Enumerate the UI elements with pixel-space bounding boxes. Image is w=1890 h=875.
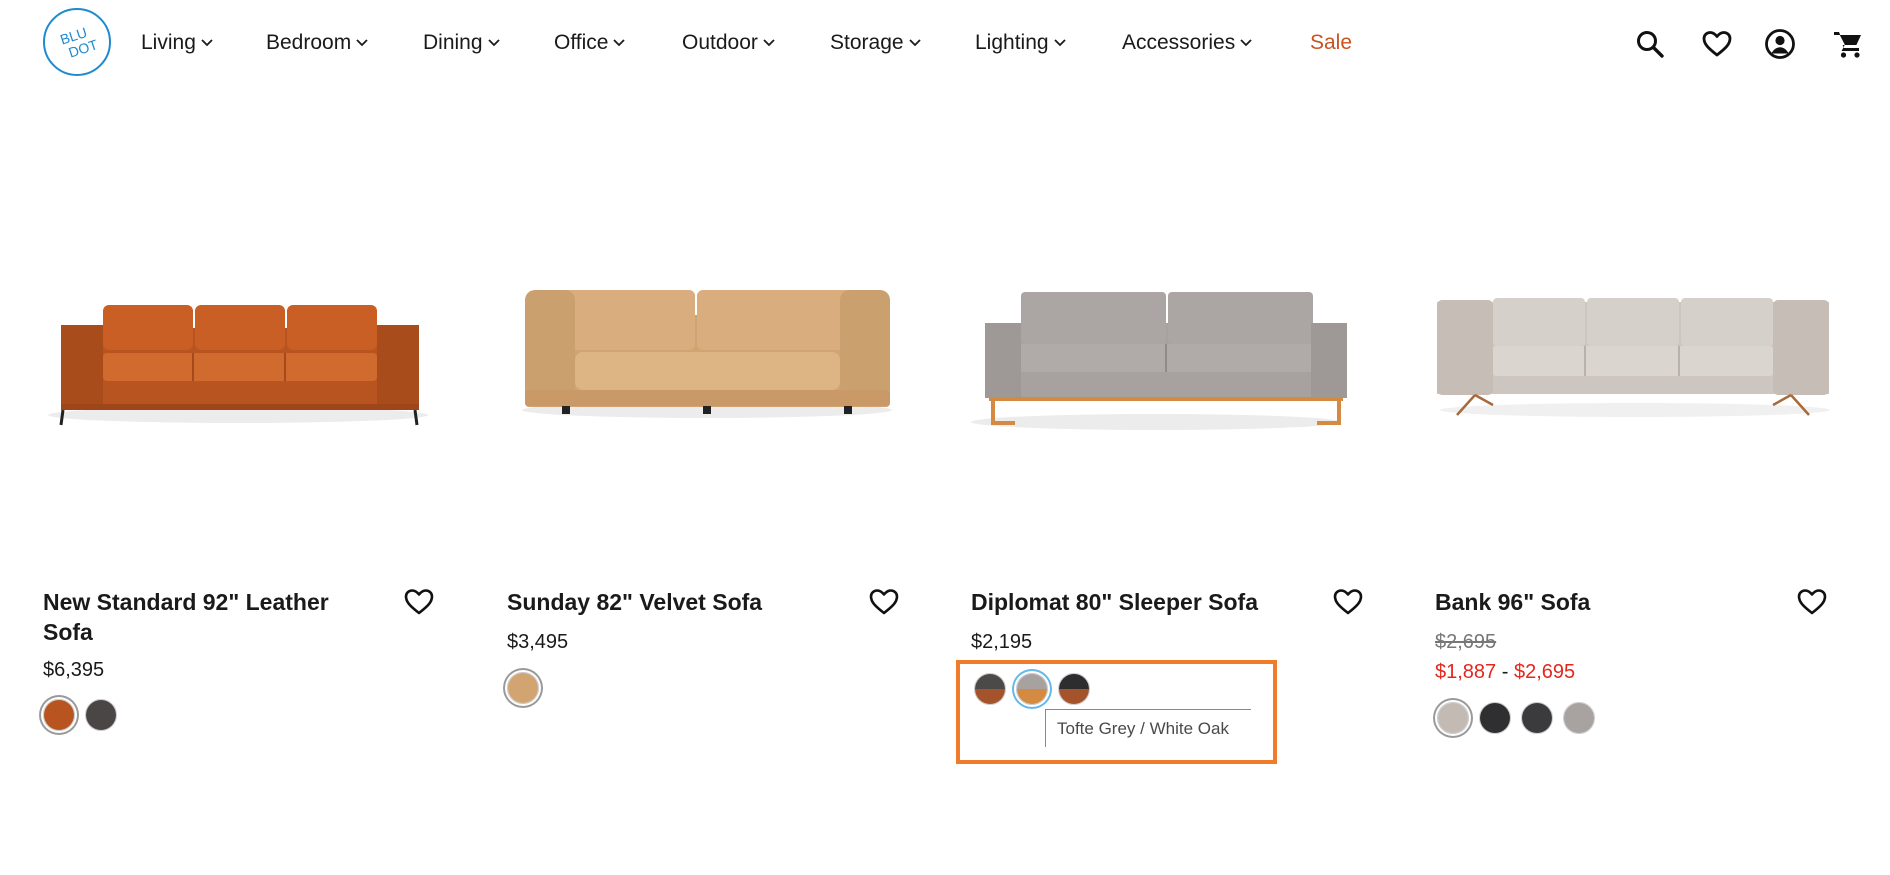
color-swatch[interactable]: [85, 699, 117, 731]
nav-item-label: Storage: [830, 31, 904, 54]
product-price: $6,395: [43, 659, 105, 681]
nav-item-bedroom[interactable]: Bedroom: [266, 31, 423, 55]
nav-item-office[interactable]: Office: [554, 31, 682, 55]
product-image[interactable]: [507, 240, 927, 490]
product-title[interactable]: New Standard 92" Leather Sofa: [43, 587, 363, 647]
heart-icon[interactable]: [1330, 584, 1366, 620]
nav-item-label: Accessories: [1122, 31, 1236, 54]
nav-item-label: Outdoor: [682, 31, 758, 54]
color-swatches: [1437, 702, 1605, 734]
heart-icon[interactable]: [401, 584, 437, 620]
nav-item-storage[interactable]: Storage: [830, 31, 975, 55]
color-swatch[interactable]: [1437, 702, 1469, 734]
nav-item-lighting[interactable]: Lighting: [975, 31, 1122, 55]
chevron-down-icon: [201, 39, 213, 47]
account-icon[interactable]: [1760, 24, 1800, 64]
nav-item-label: Bedroom: [266, 31, 352, 54]
product-title[interactable]: Diplomat 80" Sleeper Sofa: [971, 587, 1291, 617]
search-icon[interactable]: [1630, 24, 1670, 64]
heart-icon[interactable]: [866, 584, 902, 620]
color-swatch[interactable]: [507, 672, 539, 704]
color-swatch[interactable]: [1479, 702, 1511, 734]
product-price: $3,495: [507, 631, 569, 653]
product-card[interactable]: New Standard 92" Leather Sofa $6,395: [43, 240, 463, 800]
heart-icon[interactable]: [1794, 584, 1830, 620]
heart-icon[interactable]: [1697, 24, 1737, 64]
color-swatch[interactable]: [1521, 702, 1553, 734]
site-header: BLU DOT Living Bedroom Dining Office Out…: [0, 0, 1890, 86]
product-card[interactable]: Bank 96" Sofa $2,695 $1,887 - $2,695: [1435, 240, 1855, 800]
color-swatches: [507, 672, 549, 704]
chevron-down-icon: [487, 39, 500, 47]
header-icons: [1630, 24, 1890, 64]
chevron-down-icon: [1240, 39, 1252, 47]
sale-price-high: $2,695: [1513, 661, 1576, 683]
product-title[interactable]: Bank 96" Sofa: [1435, 587, 1755, 617]
product-card[interactable]: Sunday 82" Velvet Sofa $3,495: [507, 240, 927, 800]
color-swatch[interactable]: [1563, 702, 1595, 734]
nav-item-label: Dining: [423, 31, 483, 54]
chevron-down-icon: [1053, 39, 1066, 47]
product-price: $2,195: [971, 631, 1033, 653]
nav-item-label: Living: [141, 31, 196, 54]
cart-icon[interactable]: [1828, 24, 1868, 64]
bludot-logo[interactable]: BLU DOT: [43, 8, 111, 76]
product-image[interactable]: [971, 240, 1391, 490]
chevron-down-icon: [613, 39, 626, 47]
nav-item-label: Sale: [1310, 31, 1353, 54]
nav-item-label: Lighting: [975, 31, 1049, 54]
nav-item-living[interactable]: Living: [141, 31, 266, 55]
nav-item-sale[interactable]: Sale: [1310, 31, 1370, 55]
color-swatches: [43, 699, 127, 731]
sale-price-separator: -: [1501, 661, 1509, 683]
original-price: $2,695: [1435, 631, 1497, 653]
nav-item-accessories[interactable]: Accessories: [1122, 31, 1310, 55]
sale-price-range: $1,887 - $2,695: [1435, 661, 1575, 684]
nav-item-label: Office: [554, 31, 609, 54]
chevron-down-icon: [763, 39, 775, 47]
nav-item-dining[interactable]: Dining: [423, 31, 554, 55]
color-swatch[interactable]: [43, 699, 75, 731]
swatch-tooltip: Tofte Grey / White Oak: [1045, 709, 1251, 747]
nav-item-outdoor[interactable]: Outdoor: [682, 31, 830, 55]
chevron-down-icon: [356, 39, 368, 47]
product-image[interactable]: [1435, 240, 1855, 490]
main-nav: Living Bedroom Dining Office Outdoor Sto…: [141, 28, 1370, 58]
sale-price-low: $1,887: [1435, 661, 1497, 683]
product-image[interactable]: [43, 240, 463, 490]
product-title[interactable]: Sunday 82" Velvet Sofa: [507, 587, 827, 617]
chevron-down-icon: [908, 39, 921, 47]
